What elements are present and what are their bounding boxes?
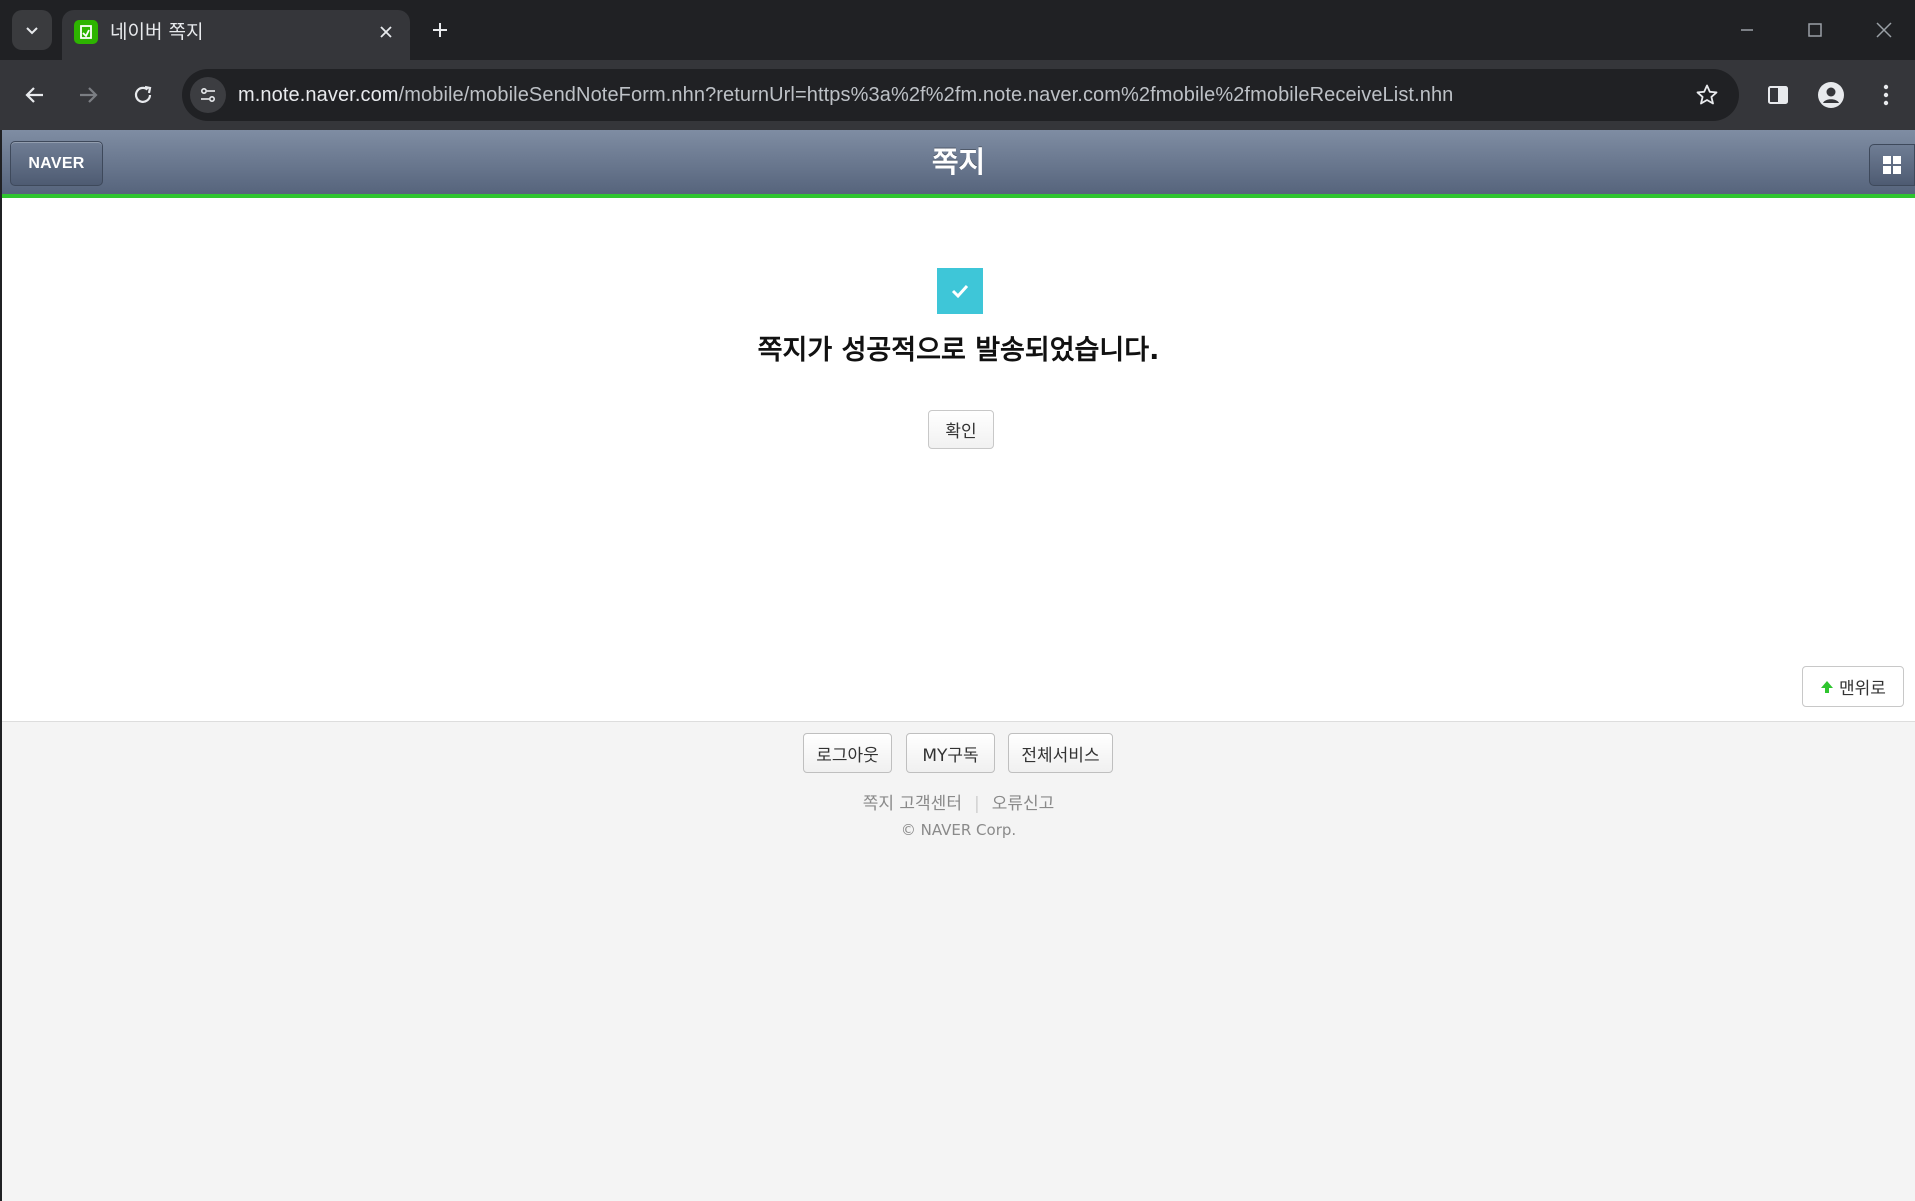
grid-icon <box>1883 156 1901 174</box>
forward-button[interactable] <box>68 75 108 115</box>
address-bar[interactable]: m.note.naver.com/mobile/mobileSendNoteFo… <box>182 69 1739 121</box>
page-header: 쪽지 NAVER <box>2 130 1915 198</box>
footer-links: 쪽지 고객센터 | 오류신고 <box>2 789 1915 814</box>
chevron-down-icon <box>26 27 38 35</box>
url-path: /mobile/mobileSendNoteForm.nhn?returnUrl… <box>398 84 1454 106</box>
more-vert-icon <box>1883 84 1889 106</box>
reload-button[interactable] <box>123 75 163 115</box>
page-footer: 로그아웃 MY구독 전체서비스 쪽지 고객센터 | 오류신고 © NAVER Cor… <box>2 723 1915 1201</box>
success-message: 쪽지가 성공적으로 발송되었습니다. <box>757 335 1160 366</box>
reload-icon <box>134 85 152 103</box>
profile-button[interactable] <box>1811 75 1851 115</box>
my-subscribe-button[interactable]: MY구독 <box>906 733 995 773</box>
error-report-link[interactable]: 오류신고 <box>992 794 1055 814</box>
browser-tab-active[interactable]: 네이버 쪽지 <box>62 10 410 60</box>
close-icon <box>1876 22 1892 38</box>
window-close-button[interactable] <box>1860 10 1908 50</box>
help-center-link[interactable]: 쪽지 고객센터 <box>863 794 962 814</box>
bookmark-button[interactable] <box>1689 77 1725 113</box>
copyright: © NAVER Corp. <box>900 821 1017 839</box>
scroll-top-label: 맨위로 <box>1839 679 1886 699</box>
service-menu-button[interactable] <box>1869 144 1915 186</box>
side-panel-button[interactable] <box>1758 75 1798 115</box>
minimize-icon <box>1741 29 1753 31</box>
scroll-top-button[interactable]: 맨위로 <box>1802 666 1904 707</box>
browser-toolbar: m.note.naver.com/mobile/mobileSendNoteFo… <box>0 60 1915 130</box>
back-button[interactable] <box>15 75 55 115</box>
close-icon <box>380 26 392 38</box>
account-icon <box>1818 82 1844 108</box>
naver-home-button[interactable]: NAVER <box>10 141 103 186</box>
footer-separator: | <box>973 794 980 814</box>
page-title: 쪽지 <box>931 145 986 179</box>
tab-search-button[interactable] <box>12 10 52 50</box>
minimize-button[interactable] <box>1723 10 1771 50</box>
browser-tab-strip: 네이버 쪽지 <box>0 0 1915 60</box>
url-host: m.note.naver.com <box>238 84 399 106</box>
page-viewport: 쪽지 NAVER 쪽지가 성공적으로 발송되었습니다. 확인 맨위로 로그아웃 … <box>2 130 1915 1201</box>
site-info-button[interactable] <box>190 77 226 113</box>
arrow-left-icon <box>25 87 43 103</box>
check-icon <box>937 268 983 314</box>
arrow-right-icon <box>80 87 98 103</box>
tab-close-button[interactable] <box>372 18 400 46</box>
tab-title: 네이버 쪽지 <box>110 21 204 43</box>
logout-button[interactable]: 로그아웃 <box>803 733 892 773</box>
arrow-up-icon <box>1821 680 1834 693</box>
new-tab-button[interactable] <box>424 12 456 48</box>
url-text[interactable]: m.note.naver.com/mobile/mobileSendNoteFo… <box>238 83 1453 107</box>
confirm-button[interactable]: 확인 <box>928 410 994 449</box>
maximize-icon <box>1808 23 1822 37</box>
maximize-button[interactable] <box>1791 10 1839 50</box>
side-panel-icon <box>1768 86 1788 104</box>
star-icon <box>1696 84 1718 105</box>
chrome-menu-button[interactable] <box>1866 75 1906 115</box>
main-content: 쪽지가 성공적으로 발송되었습니다. 확인 맨위로 <box>2 198 1915 722</box>
plus-icon <box>433 23 447 37</box>
tune-icon <box>200 87 216 103</box>
naver-note-favicon-icon <box>74 20 98 44</box>
all-services-button[interactable]: 전체서비스 <box>1008 733 1113 773</box>
